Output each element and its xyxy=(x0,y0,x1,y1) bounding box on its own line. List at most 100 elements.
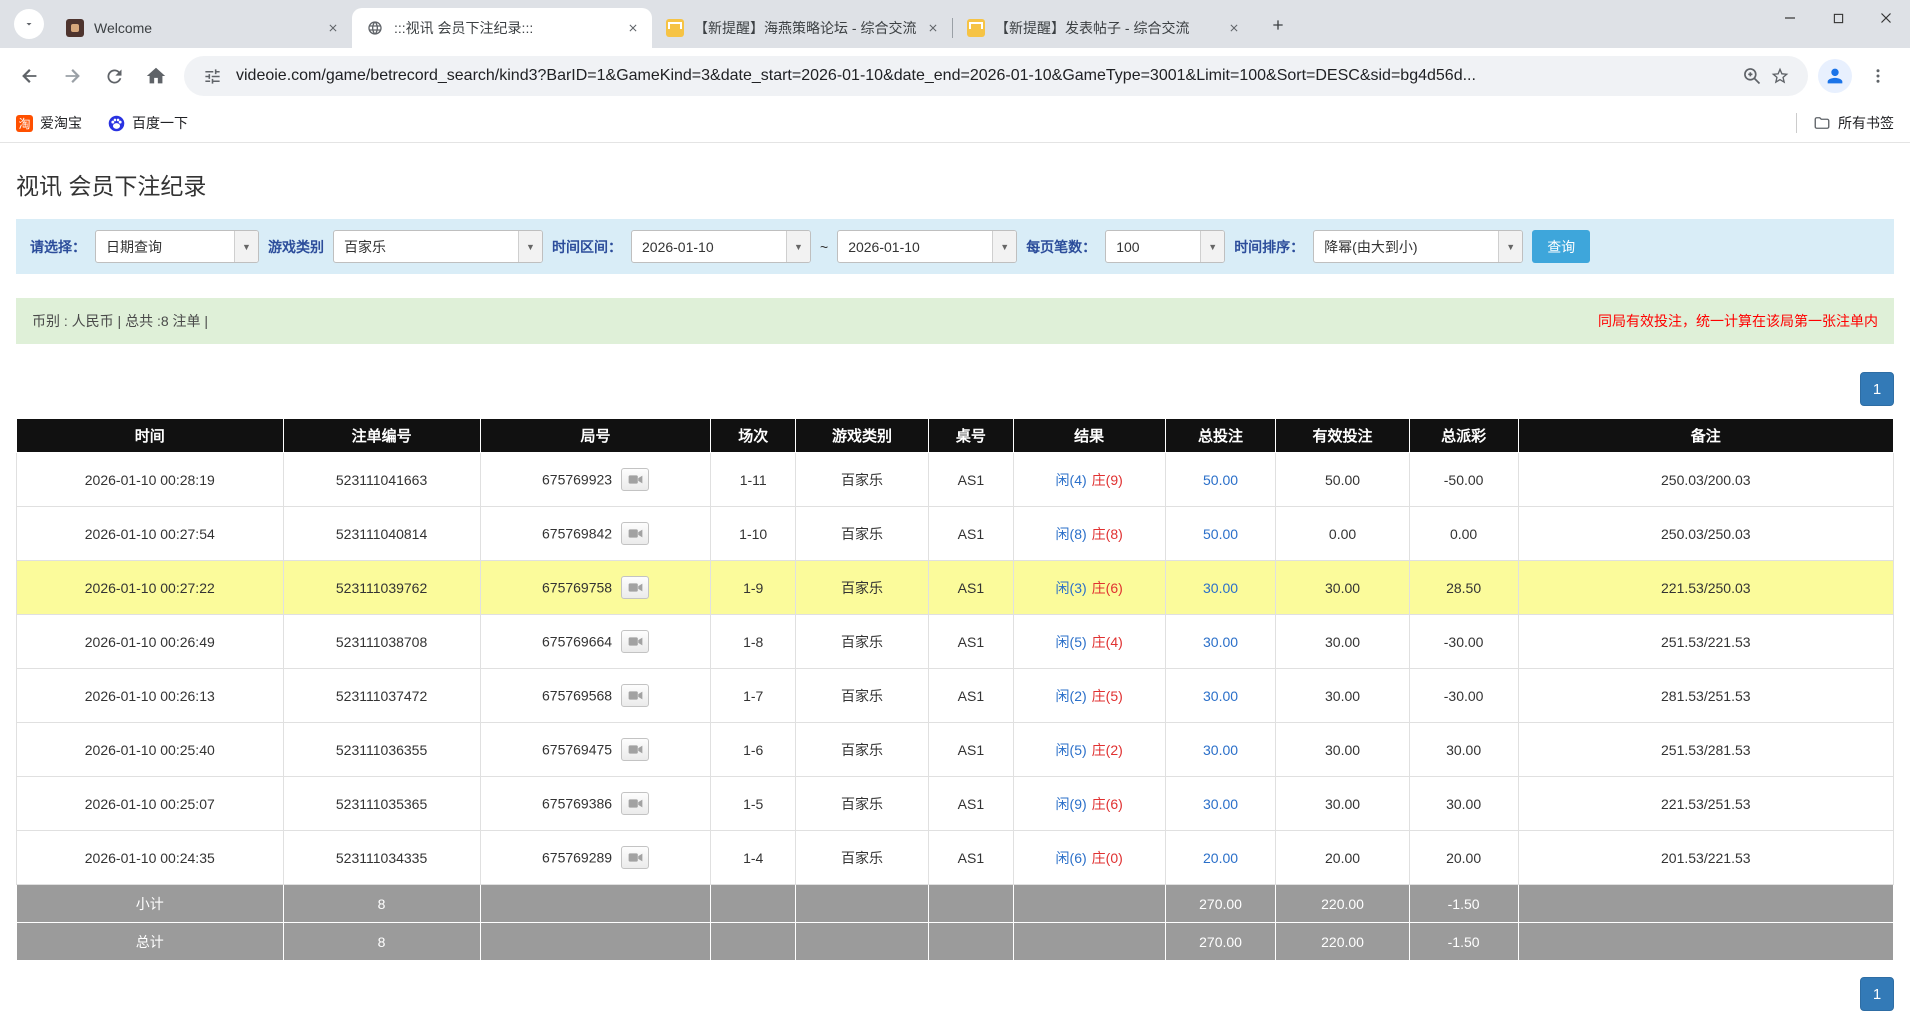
search-button[interactable]: 查询 xyxy=(1532,230,1590,263)
tab-close-icon[interactable] xyxy=(1223,17,1245,39)
replay-button[interactable] xyxy=(621,468,649,491)
replay-button[interactable] xyxy=(621,630,649,653)
bet-records-table: 时间注单编号局号场次游戏类别桌号结果总投注有效投注总派彩备注 2026-01-1… xyxy=(16,418,1894,961)
empty-cell xyxy=(795,923,928,961)
home-button[interactable] xyxy=(136,56,176,96)
replay-button[interactable] xyxy=(621,522,649,545)
cell-time: 2026-01-10 00:27:22 xyxy=(17,561,284,615)
sort-select[interactable]: 降幂(由大到小) ▼ xyxy=(1313,230,1523,263)
zoom-icon[interactable] xyxy=(1738,62,1766,90)
column-header: 总投注 xyxy=(1165,419,1276,453)
replay-button[interactable] xyxy=(621,738,649,761)
bookmark-baidu[interactable]: 百度一下 xyxy=(108,113,188,133)
cell-bet-id: 523111040814 xyxy=(283,507,480,561)
chevron-down-icon: ▼ xyxy=(234,231,258,262)
page-title: 视讯 会员下注纪录 xyxy=(16,167,1894,201)
profile-button[interactable] xyxy=(1818,59,1852,93)
video-camera-icon xyxy=(628,582,643,593)
all-bookmarks-button[interactable]: 所有书签 xyxy=(1796,113,1894,133)
replay-button[interactable] xyxy=(621,684,649,707)
total-bet-link[interactable]: 30.00 xyxy=(1203,580,1238,596)
bookmark-taobao[interactable]: 淘 爱淘宝 xyxy=(16,113,82,133)
total-bet-link[interactable]: 30.00 xyxy=(1203,688,1238,704)
subtotal-total-bet: 270.00 xyxy=(1165,885,1276,923)
browser-menu-button[interactable] xyxy=(1858,56,1898,96)
folder-icon xyxy=(1813,114,1831,132)
cell-table-number: AS1 xyxy=(929,669,1013,723)
cell-game-type: 百家乐 xyxy=(795,507,928,561)
total-bet-link[interactable]: 50.00 xyxy=(1203,472,1238,488)
tab-close-icon[interactable] xyxy=(922,17,944,39)
url-text[interactable]: videoie.com/game/betrecord_search/kind3?… xyxy=(236,67,1728,85)
cell-game-type: 百家乐 xyxy=(795,723,928,777)
column-header: 总派彩 xyxy=(1409,419,1518,453)
subtotal-payout: -1.50 xyxy=(1409,885,1518,923)
round-id: 675769842 xyxy=(542,526,612,542)
total-bet-link[interactable]: 20.00 xyxy=(1203,850,1238,866)
site-controls-icon[interactable] xyxy=(198,62,226,90)
cell-total-bet: 50.00 xyxy=(1165,507,1276,561)
result-player: 闲(2) xyxy=(1056,688,1087,704)
cell-payout: 28.50 xyxy=(1409,561,1518,615)
cell-round: 675769386 xyxy=(480,777,711,831)
total-bet-link[interactable]: 30.00 xyxy=(1203,796,1238,812)
address-bar[interactable]: videoie.com/game/betrecord_search/kind3?… xyxy=(184,56,1808,96)
table-row: 2026-01-10 00:25:07 523111035365 6757693… xyxy=(17,777,1894,831)
total-row: 总计 8 270.00 220.00 -1.50 xyxy=(17,923,1894,961)
cell-payout: -30.00 xyxy=(1409,669,1518,723)
tab-close-icon[interactable] xyxy=(622,17,644,39)
forward-icon xyxy=(61,65,83,87)
pagination-top: 1 xyxy=(16,372,1894,406)
tab-close-icon[interactable] xyxy=(322,17,344,39)
refresh-button[interactable] xyxy=(94,56,134,96)
total-valid-bet: 220.00 xyxy=(1276,923,1409,961)
total-bet-link[interactable]: 50.00 xyxy=(1203,526,1238,542)
cell-table-number: AS1 xyxy=(929,831,1013,885)
replay-button[interactable] xyxy=(621,846,649,869)
filter-bar: 请选择： 日期查询 ▼ 游戏类别 百家乐 ▼ 时间区间： 2026-01-10 … xyxy=(16,219,1894,274)
date-start-select[interactable]: 2026-01-10 ▼ xyxy=(631,230,811,263)
replay-button[interactable] xyxy=(621,576,649,599)
cell-payout: 0.00 xyxy=(1409,507,1518,561)
new-tab-button[interactable] xyxy=(1261,8,1295,42)
page-1-button[interactable]: 1 xyxy=(1860,372,1894,406)
tab-welcome[interactable]: Welcome xyxy=(52,8,352,48)
tab-forum-1[interactable]: 【新提醒】海燕策略论坛 - 综合交流 xyxy=(652,8,952,48)
per-page-select[interactable]: 100 ▼ xyxy=(1105,230,1225,263)
three-dots-icon xyxy=(1869,67,1887,85)
tab-search-button[interactable] xyxy=(14,9,44,39)
cell-round: 675769568 xyxy=(480,669,711,723)
bookmark-star-icon[interactable] xyxy=(1766,62,1794,90)
cell-time: 2026-01-10 00:26:13 xyxy=(17,669,284,723)
cell-note: 281.53/251.53 xyxy=(1518,669,1893,723)
query-type-select[interactable]: 日期查询 ▼ xyxy=(95,230,259,263)
result-banker: 庄(8) xyxy=(1092,526,1123,542)
empty-cell xyxy=(1013,885,1165,923)
minimize-button[interactable] xyxy=(1766,0,1814,36)
cell-table-number: AS1 xyxy=(929,453,1013,507)
video-camera-icon xyxy=(628,744,643,755)
tab-title: Welcome xyxy=(94,20,316,36)
total-bet-link[interactable]: 30.00 xyxy=(1203,634,1238,650)
game-type-select[interactable]: 百家乐 ▼ xyxy=(333,230,543,263)
maximize-button[interactable] xyxy=(1814,0,1862,36)
total-bet-link[interactable]: 30.00 xyxy=(1203,742,1238,758)
cell-note: 250.03/200.03 xyxy=(1518,453,1893,507)
video-camera-icon xyxy=(628,798,643,809)
empty-cell xyxy=(929,885,1013,923)
bookmarks-divider xyxy=(1796,113,1797,133)
result-banker: 庄(0) xyxy=(1092,850,1123,866)
tab-forum-2[interactable]: 【新提醒】发表帖子 - 综合交流 xyxy=(953,8,1253,48)
cell-result: 闲(5)庄(2) xyxy=(1013,723,1165,777)
cell-result: 闲(4)庄(9) xyxy=(1013,453,1165,507)
back-button[interactable] xyxy=(10,56,50,96)
cell-note: 251.53/281.53 xyxy=(1518,723,1893,777)
forward-button[interactable] xyxy=(52,56,92,96)
cell-time: 2026-01-10 00:25:07 xyxy=(17,777,284,831)
cell-note: 201.53/221.53 xyxy=(1518,831,1893,885)
close-window-button[interactable] xyxy=(1862,0,1910,36)
replay-button[interactable] xyxy=(621,792,649,815)
date-end-select[interactable]: 2026-01-10 ▼ xyxy=(837,230,1017,263)
video-camera-icon xyxy=(628,474,643,485)
tab-bet-record[interactable]: :::视讯 会员下注纪录::: xyxy=(352,8,652,48)
